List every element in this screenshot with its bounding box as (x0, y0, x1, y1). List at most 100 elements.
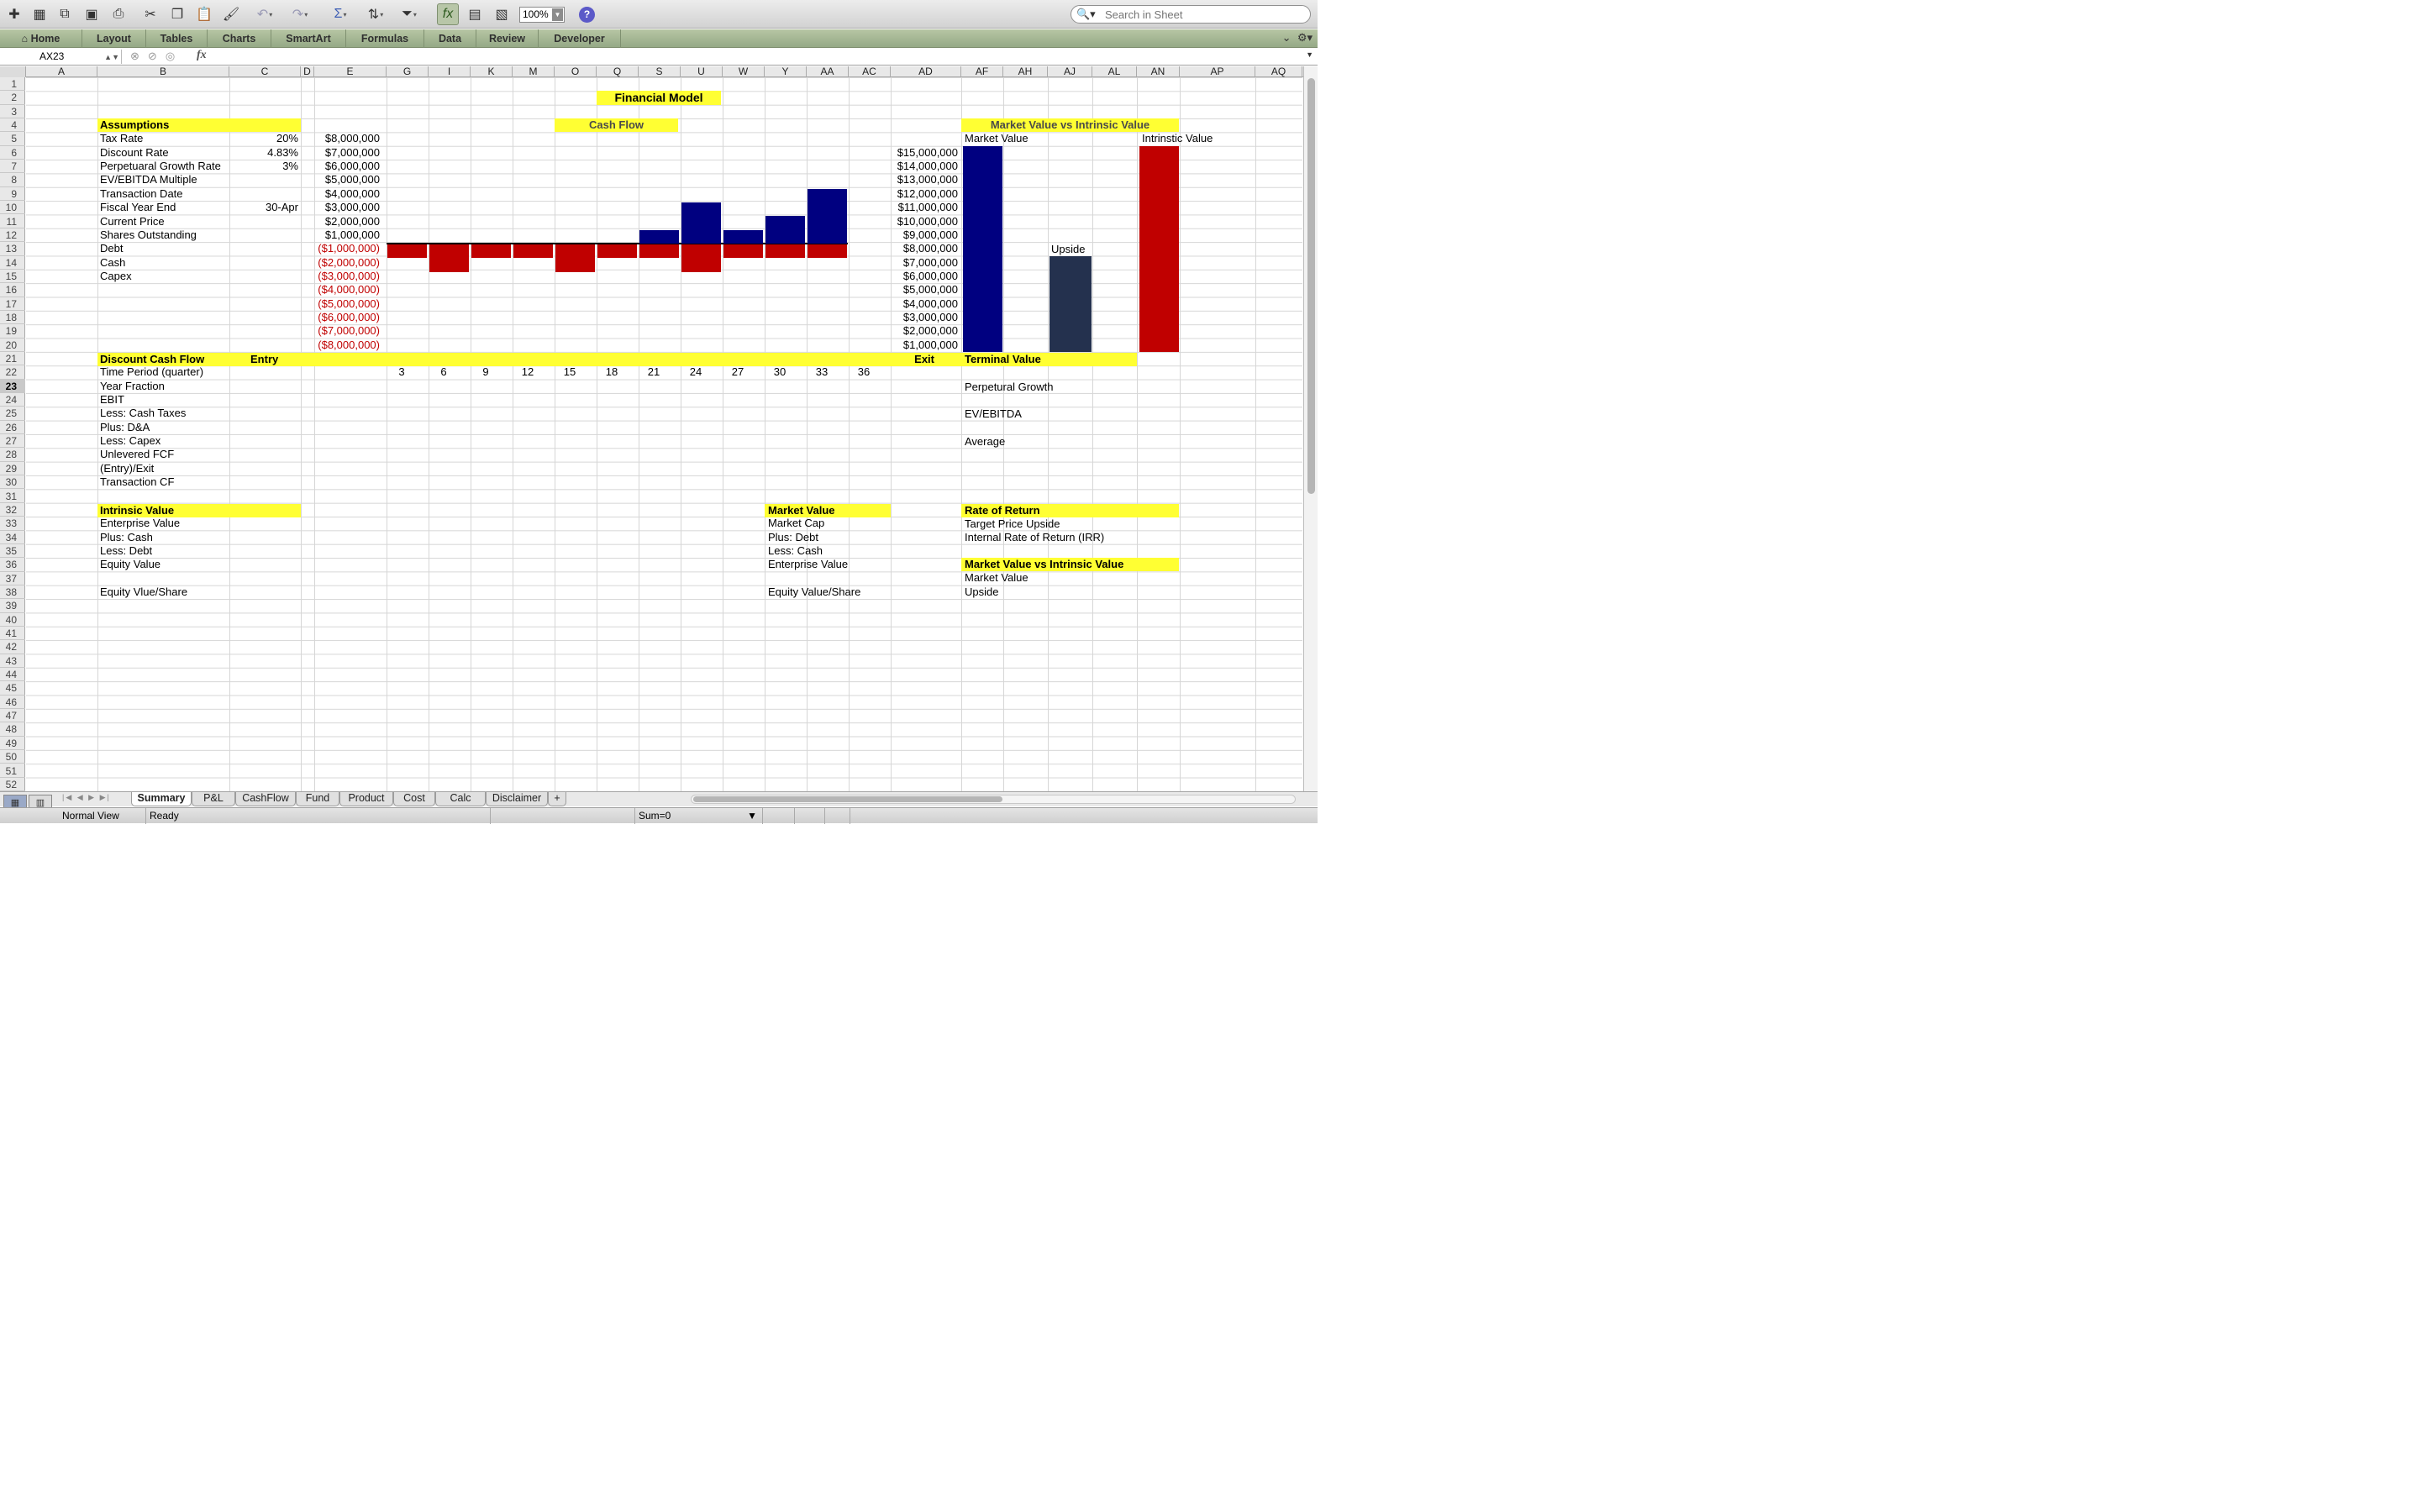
sheet-tab-cost[interactable]: Cost (393, 792, 435, 806)
time-period-value[interactable]: 3 (387, 365, 417, 379)
dcf-header[interactable]: Discount Cash Flow (97, 353, 961, 366)
cash-flow-bar-positive[interactable] (765, 216, 805, 244)
time-period-value[interactable]: 12 (513, 365, 543, 379)
tab-home[interactable]: ⌂ Home (0, 29, 82, 48)
time-period-value[interactable]: 24 (681, 365, 711, 379)
tab-tables[interactable]: Tables (146, 29, 208, 48)
row-header[interactable]: 4 (0, 118, 25, 133)
assumption-label[interactable]: Shares Outstanding (100, 228, 197, 242)
intrinsic-row[interactable]: Enterprise Value (100, 517, 180, 530)
market-value-axis-label[interactable]: $7,000,000 (891, 256, 958, 270)
row-header[interactable]: 10 (0, 201, 25, 215)
cash-flow-axis-label[interactable]: ($6,000,000) (314, 311, 380, 324)
tab-developer[interactable]: Developer (539, 29, 621, 48)
tab-review[interactable]: Review (476, 29, 539, 48)
row-header[interactable]: 24 (0, 393, 25, 407)
cash-flow-axis-label[interactable]: ($5,000,000) (314, 297, 380, 311)
row-header[interactable]: 27 (0, 434, 25, 449)
row-header[interactable]: 13 (0, 242, 25, 256)
row-header[interactable]: 25 (0, 407, 25, 421)
tab-data[interactable]: Data (424, 29, 476, 48)
dcf-row-label[interactable]: EBIT (100, 393, 124, 407)
cut-icon[interactable]: ✂ (139, 3, 161, 25)
column-header[interactable]: AJ (1048, 66, 1092, 77)
cash-flow-axis-label[interactable]: ($8,000,000) (314, 339, 380, 352)
intrinsic-row[interactable]: Less: Debt (100, 544, 152, 558)
undo-icon[interactable]: ↶ (254, 3, 276, 25)
cash-flow-axis-label[interactable]: ($4,000,000) (314, 283, 380, 297)
intrinsic-row[interactable]: Equity Value (100, 558, 160, 571)
row-header[interactable]: 37 (0, 572, 25, 585)
sheet-tab-summary[interactable]: Summary (131, 792, 192, 806)
column-header[interactable]: C (229, 66, 301, 77)
row-header[interactable]: 7 (0, 160, 25, 174)
dcf-row-label[interactable]: Less: Capex (100, 434, 160, 448)
time-period-value[interactable]: 15 (555, 365, 585, 379)
assumption-label[interactable]: Tax Rate (100, 132, 143, 145)
market-value-axis-label[interactable]: $5,000,000 (891, 283, 958, 297)
assumption-value[interactable] (229, 215, 298, 228)
mvi-market-value-label[interactable]: Market Value (965, 132, 1028, 145)
cash-flow-header[interactable]: Cash Flow (555, 118, 678, 132)
column-header[interactable]: W (723, 66, 765, 77)
assumption-label[interactable]: Current Price (100, 215, 165, 228)
cash-flow-bar-negative[interactable] (513, 244, 553, 259)
market-value-row[interactable]: Market Cap (768, 517, 824, 530)
expand-formula-icon[interactable]: ▼ (1306, 50, 1313, 59)
row-header[interactable]: 36 (0, 558, 25, 572)
search-field[interactable]: 🔍▾ (1071, 5, 1311, 24)
column-header[interactable]: S (639, 66, 681, 77)
upside-label[interactable]: Upside (1051, 243, 1085, 256)
ror-row[interactable]: Internal Rate of Return (IRR) (965, 531, 1104, 544)
format-painter-icon[interactable]: 🖌 (220, 3, 242, 25)
assumption-value[interactable] (229, 242, 298, 255)
mvi-summary-row[interactable]: Upside (965, 585, 998, 599)
sheet-tab-pl[interactable]: P&L (192, 792, 235, 806)
dcf-row-label[interactable]: Year Fraction (100, 380, 165, 393)
assumption-label[interactable]: EV/EBITDA Multiple (100, 173, 197, 186)
sheet-nav-arrows[interactable]: |◀ ◀ ▶ ▶| (62, 793, 111, 802)
column-header[interactable]: D (301, 66, 314, 77)
time-period-value[interactable]: 33 (807, 365, 837, 379)
market-value-axis-label[interactable]: $10,000,000 (891, 215, 958, 228)
row-header[interactable]: 22 (0, 365, 25, 380)
sheet-tab-cashflow[interactable]: CashFlow (235, 792, 296, 806)
formula-builder-icon[interactable]: fx (437, 3, 459, 25)
row-header[interactable]: 12 (0, 228, 25, 243)
time-period-value[interactable]: 9 (471, 365, 501, 379)
cash-flow-axis-label[interactable]: $6,000,000 (314, 160, 380, 173)
dcf-row-label[interactable]: Less: Cash Taxes (100, 407, 186, 420)
terminal-row[interactable]: Perpetural Growth (965, 381, 1054, 394)
terminal-row[interactable]: Average (965, 435, 1005, 449)
tab-charts[interactable]: Charts (208, 29, 271, 48)
market-value-axis-label[interactable]: $13,000,000 (891, 173, 958, 186)
tab-smartart[interactable]: SmartArt (271, 29, 346, 48)
cash-flow-bar-positive[interactable] (808, 188, 847, 244)
row-header[interactable]: 3 (0, 105, 25, 119)
cash-flow-bar-negative[interactable] (723, 244, 763, 259)
column-header[interactable]: O (555, 66, 597, 77)
tab-formulas[interactable]: Formulas (346, 29, 424, 48)
sheet-tab-disclaimer[interactable]: Disclaimer (486, 792, 548, 806)
assumption-value[interactable] (229, 173, 298, 186)
time-period-value[interactable]: 6 (429, 365, 459, 379)
spinner-icon[interactable]: ▲▼ (104, 50, 119, 65)
assumption-value[interactable] (229, 270, 298, 283)
column-header[interactable]: AH (1003, 66, 1048, 77)
entry-label[interactable]: Entry (250, 353, 278, 366)
market-value-bar[interactable] (1139, 145, 1179, 352)
time-period-value[interactable]: 27 (723, 365, 753, 379)
assumption-value[interactable]: 30-Apr (229, 201, 298, 214)
market-value-axis-label[interactable]: $8,000,000 (891, 242, 958, 255)
row-header[interactable]: 31 (0, 490, 25, 503)
row-header[interactable]: 18 (0, 311, 25, 325)
cash-flow-bar-negative[interactable] (555, 244, 595, 272)
cancel-icon[interactable]: ⊗ (130, 50, 148, 62)
row-header[interactable]: 39 (0, 599, 25, 613)
cash-flow-axis-label[interactable]: ($3,000,000) (314, 270, 380, 283)
row-header[interactable]: 30 (0, 475, 25, 490)
cash-flow-bar-negative[interactable] (429, 244, 469, 272)
cash-flow-axis-label[interactable]: ($1,000,000) (314, 242, 380, 255)
gear-icon[interactable]: ⚙▾ (1297, 31, 1313, 44)
row-header[interactable]: 21 (0, 352, 25, 366)
